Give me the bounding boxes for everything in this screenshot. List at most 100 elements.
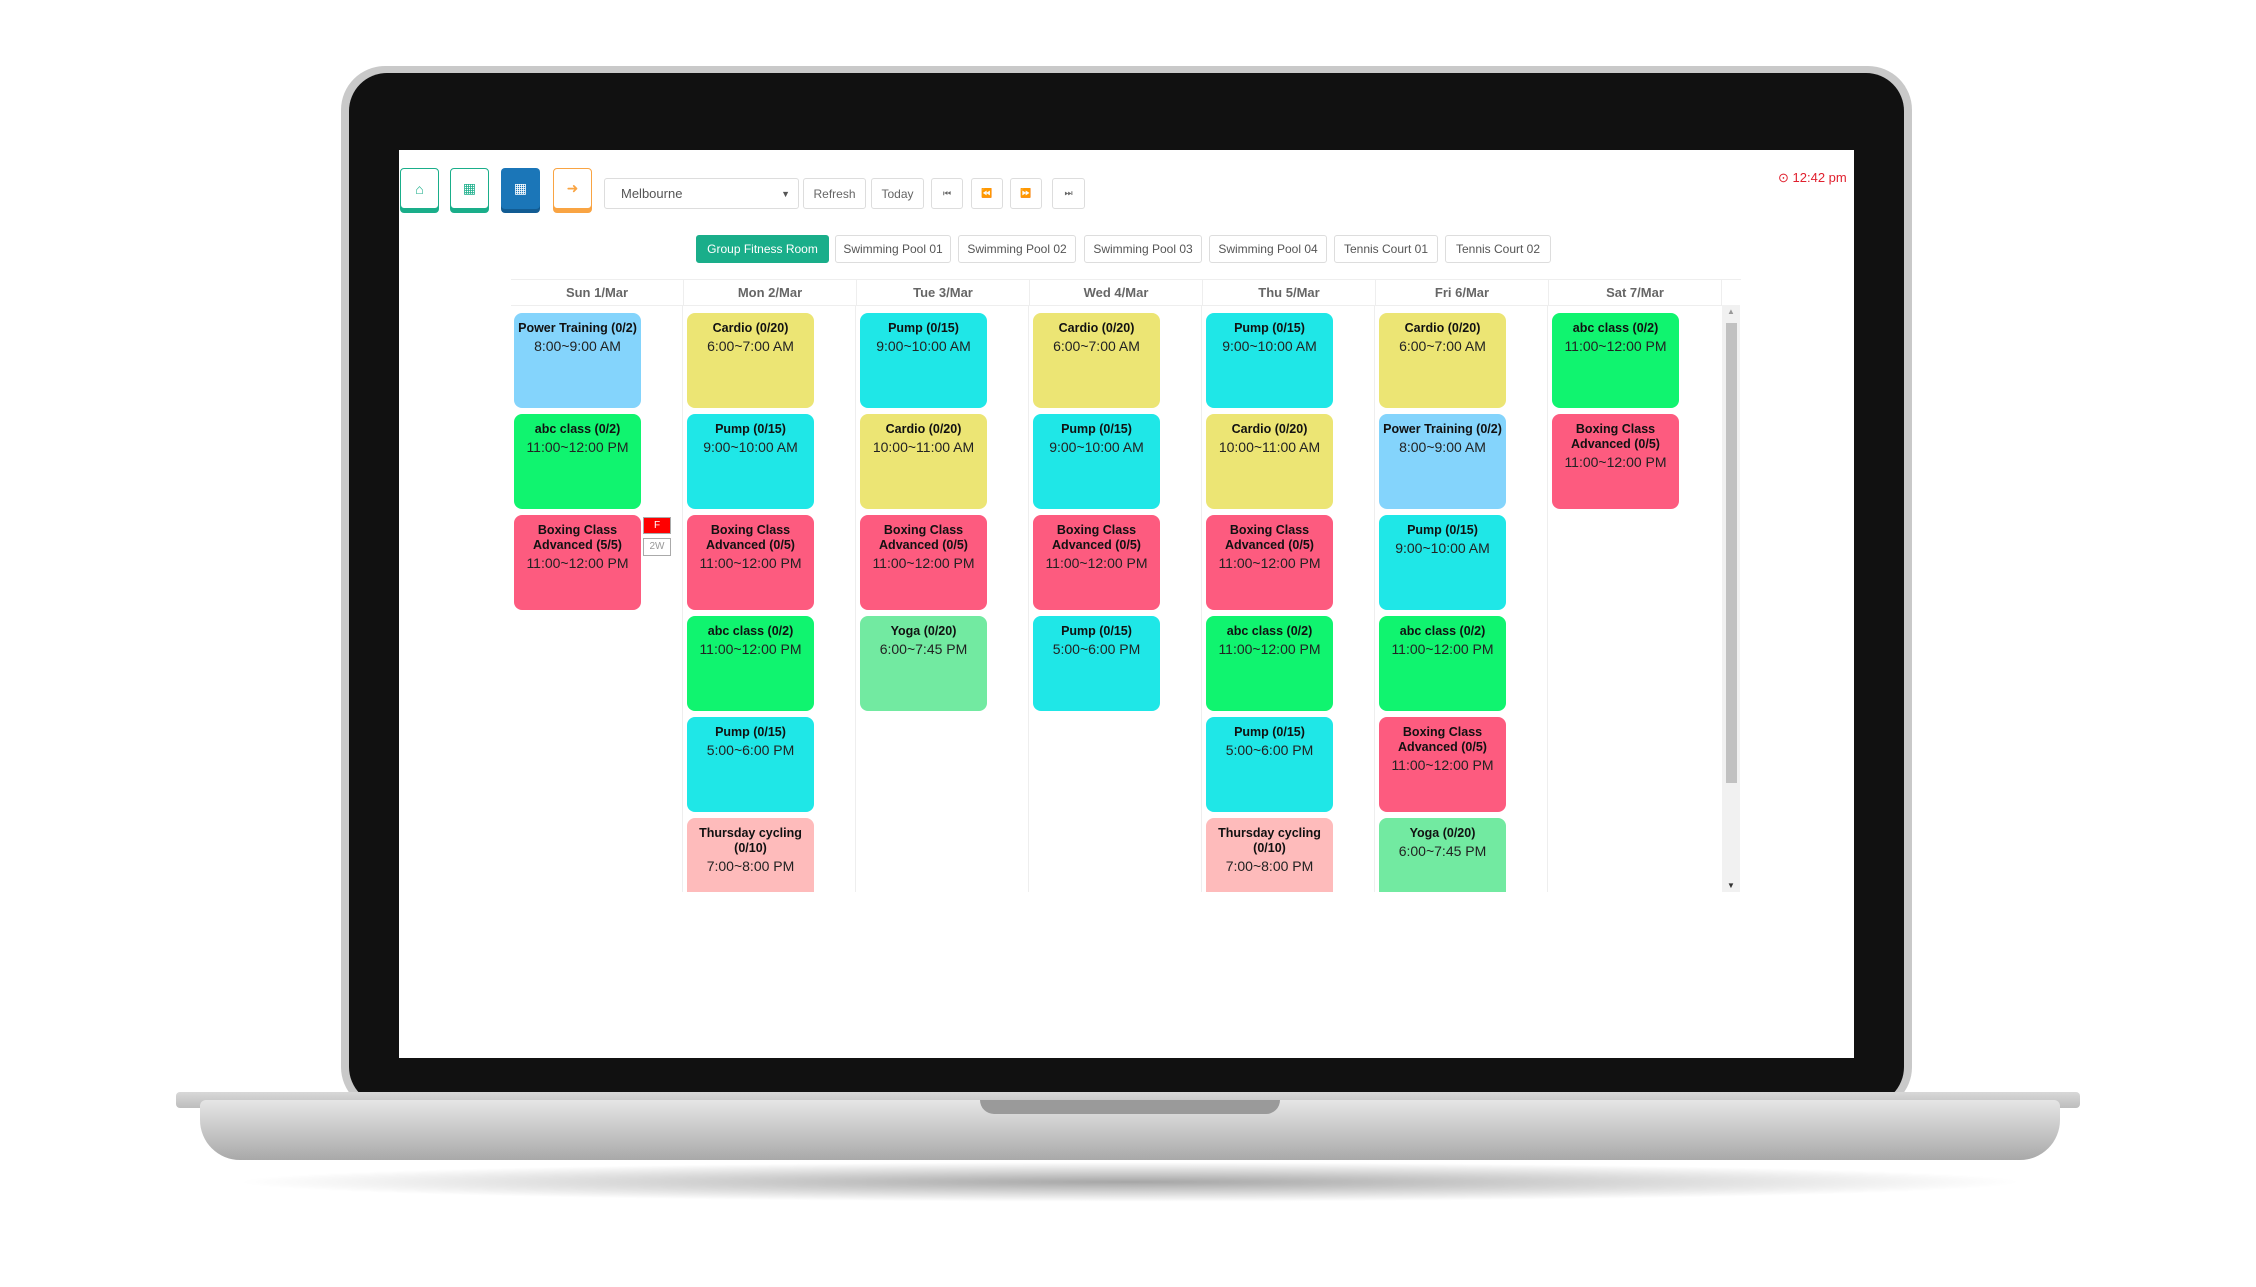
event-time: 11:00~12:00 PM <box>1564 338 1667 354</box>
prev-button[interactable]: ⏪ <box>971 178 1003 209</box>
event-time: 11:00~12:00 PM <box>1391 641 1494 657</box>
home-button[interactable]: ⌂ <box>400 168 439 209</box>
rewind-icon: ⏪ <box>981 188 993 198</box>
column-divider <box>1547 306 1548 892</box>
class-event[interactable]: Yoga (0/20) 6:00~7:45 PM <box>860 616 987 711</box>
class-event[interactable]: Power Training (0/2) 8:00~9:00 AM <box>514 313 641 408</box>
logout-button[interactable]: ➜ <box>553 168 592 209</box>
event-time: 11:00~12:00 PM <box>1218 555 1321 571</box>
event-time: 11:00~12:00 PM <box>526 439 629 455</box>
class-event[interactable]: Thursday cycling (0/10) 7:00~8:00 PM <box>687 818 814 892</box>
event-time: 5:00~6:00 PM <box>706 742 795 758</box>
class-event[interactable]: Pump (0/15) 5:00~6:00 PM <box>1206 717 1333 812</box>
class-event[interactable]: abc class (0/2) 11:00~12:00 PM <box>1379 616 1506 711</box>
event-time: 5:00~6:00 PM <box>1225 742 1314 758</box>
class-event[interactable]: Pump (0/15) 9:00~10:00 AM <box>1206 313 1333 408</box>
location-select[interactable]: Melbourne ▼ <box>604 178 799 209</box>
room-tab[interactable]: Tennis Court 01 <box>1334 235 1438 263</box>
room-tab[interactable]: Swimming Pool 01 <box>835 235 951 263</box>
room-tab[interactable]: Swimming Pool 02 <box>958 235 1076 263</box>
full-badge: F <box>643 517 671 534</box>
event-title: abc class (0/2) <box>1399 624 1486 638</box>
refresh-button[interactable]: Refresh <box>803 178 866 209</box>
sign-out-icon: ➜ <box>566 180 579 196</box>
event-title: Boxing Class Advanced (0/5) <box>1052 523 1141 552</box>
class-event[interactable]: abc class (0/2) 11:00~12:00 PM <box>1206 616 1333 711</box>
event-title: Pump (0/15) <box>715 725 786 739</box>
room-tab[interactable]: Swimming Pool 03 <box>1084 235 1202 263</box>
last-button[interactable]: ⏭ <box>1052 178 1085 209</box>
event-title: Yoga (0/20) <box>890 624 957 638</box>
calendar-scrollbar[interactable]: ▲ ▼ <box>1722 305 1740 892</box>
calendar-button[interactable]: ▦ <box>450 168 489 209</box>
first-button[interactable]: ⏮ <box>931 178 963 209</box>
class-event[interactable]: Cardio (0/20) 6:00~7:00 AM <box>687 313 814 408</box>
event-title: Pump (0/15) <box>1061 422 1132 436</box>
class-event[interactable]: abc class (0/2) 11:00~12:00 PM <box>514 414 641 509</box>
class-event[interactable]: Pump (0/15) 5:00~6:00 PM <box>1033 616 1160 711</box>
class-event[interactable]: Boxing Class Advanced (5/5) 11:00~12:00 P… <box>514 515 641 610</box>
event-title: Cardio (0/20) <box>1404 321 1481 335</box>
event-title: Boxing Class Advanced (0/5) <box>879 523 968 552</box>
class-event[interactable]: Boxing Class Advanced (0/5) 11:00~12:00 P… <box>1379 717 1506 812</box>
class-event[interactable]: Thursday cycling (0/10) 7:00~8:00 PM <box>1206 818 1333 892</box>
class-event[interactable]: Boxing Class Advanced (0/5) 11:00~12:00 P… <box>860 515 987 610</box>
event-title: abc class (0/2) <box>1226 624 1313 638</box>
event-time: 9:00~10:00 AM <box>876 338 971 354</box>
next-button[interactable]: ⏩ <box>1010 178 1042 209</box>
class-event[interactable]: Boxing Class Advanced (0/5) 11:00~12:00 P… <box>1552 414 1679 509</box>
event-time: 9:00~10:00 AM <box>1049 439 1144 455</box>
day-header: Tue 3/Mar <box>857 280 1030 306</box>
class-event[interactable]: Pump (0/15) 9:00~10:00 AM <box>1379 515 1506 610</box>
class-event[interactable]: Boxing Class Advanced (0/5) 11:00~12:00 P… <box>687 515 814 610</box>
class-event[interactable]: Power Training (0/2) 8:00~9:00 AM <box>1379 414 1506 509</box>
today-button[interactable]: Today <box>871 178 924 209</box>
laptop-shadow <box>230 1162 2030 1202</box>
class-event[interactable]: Cardio (0/20) 10:00~11:00 AM <box>860 414 987 509</box>
event-time: 11:00~12:00 PM <box>1564 454 1667 470</box>
event-title: Pump (0/15) <box>1234 321 1305 335</box>
class-event[interactable]: Pump (0/15) 9:00~10:00 AM <box>687 414 814 509</box>
event-title: Boxing Class Advanced (0/5) <box>1398 725 1487 754</box>
room-tab[interactable]: Swimming Pool 04 <box>1209 235 1327 263</box>
calendar-icon: ▦ <box>462 180 477 196</box>
class-event[interactable]: Boxing Class Advanced (0/5) 11:00~12:00 P… <box>1033 515 1160 610</box>
room-tab[interactable]: Group Fitness Room <box>696 235 829 263</box>
event-title: Cardio (0/20) <box>1058 321 1135 335</box>
week-calendar-button[interactable]: ▦ <box>501 168 540 209</box>
class-event[interactable]: Yoga (0/20) 6:00~7:45 PM <box>1379 818 1506 892</box>
event-time: 8:00~9:00 AM <box>1399 439 1486 455</box>
event-title: abc class (0/2) <box>1572 321 1659 335</box>
class-event[interactable]: Pump (0/15) 5:00~6:00 PM <box>687 717 814 812</box>
scrollbar-thumb[interactable] <box>1726 323 1737 783</box>
room-tab[interactable]: Tennis Court 02 <box>1445 235 1551 263</box>
event-title: Boxing Class Advanced (0/5) <box>1225 523 1314 552</box>
calendar-week-icon: ▦ <box>513 180 528 196</box>
class-event[interactable]: Pump (0/15) 9:00~10:00 AM <box>1033 414 1160 509</box>
column-divider <box>1374 306 1375 892</box>
skip-back-icon: ⏮ <box>942 188 952 198</box>
class-event[interactable]: Cardio (0/20) 6:00~7:00 AM <box>1379 313 1506 408</box>
event-title: Pump (0/15) <box>1061 624 1132 638</box>
scroll-up-icon[interactable]: ▲ <box>1727 307 1735 316</box>
day-header: Thu 5/Mar <box>1203 280 1376 306</box>
class-event[interactable]: Boxing Class Advanced (0/5) 11:00~12:00 P… <box>1206 515 1333 610</box>
day-header: Sat 7/Mar <box>1549 280 1722 306</box>
event-time: 11:00~12:00 PM <box>1391 757 1494 773</box>
event-time: 6:00~7:45 PM <box>1398 843 1487 859</box>
event-time: 7:00~8:00 PM <box>1225 858 1314 874</box>
time-text: 12:42 pm <box>1792 170 1847 185</box>
column-divider <box>682 306 683 892</box>
class-event[interactable]: abc class (0/2) 11:00~12:00 PM <box>687 616 814 711</box>
day-header: Sun 1/Mar <box>511 280 684 306</box>
event-title: Thursday cycling (0/10) <box>1218 826 1321 855</box>
event-title: Pump (0/15) <box>715 422 786 436</box>
event-time: 9:00~10:00 AM <box>703 439 798 455</box>
class-event[interactable]: Cardio (0/20) 6:00~7:00 AM <box>1033 313 1160 408</box>
scroll-down-icon[interactable]: ▼ <box>1727 881 1735 890</box>
class-event[interactable]: Cardio (0/20) 10:00~11:00 AM <box>1206 414 1333 509</box>
event-title: Yoga (0/20) <box>1409 826 1476 840</box>
class-event[interactable]: Pump (0/15) 9:00~10:00 AM <box>860 313 987 408</box>
event-time: 11:00~12:00 PM <box>1218 641 1321 657</box>
class-event[interactable]: abc class (0/2) 11:00~12:00 PM <box>1552 313 1679 408</box>
